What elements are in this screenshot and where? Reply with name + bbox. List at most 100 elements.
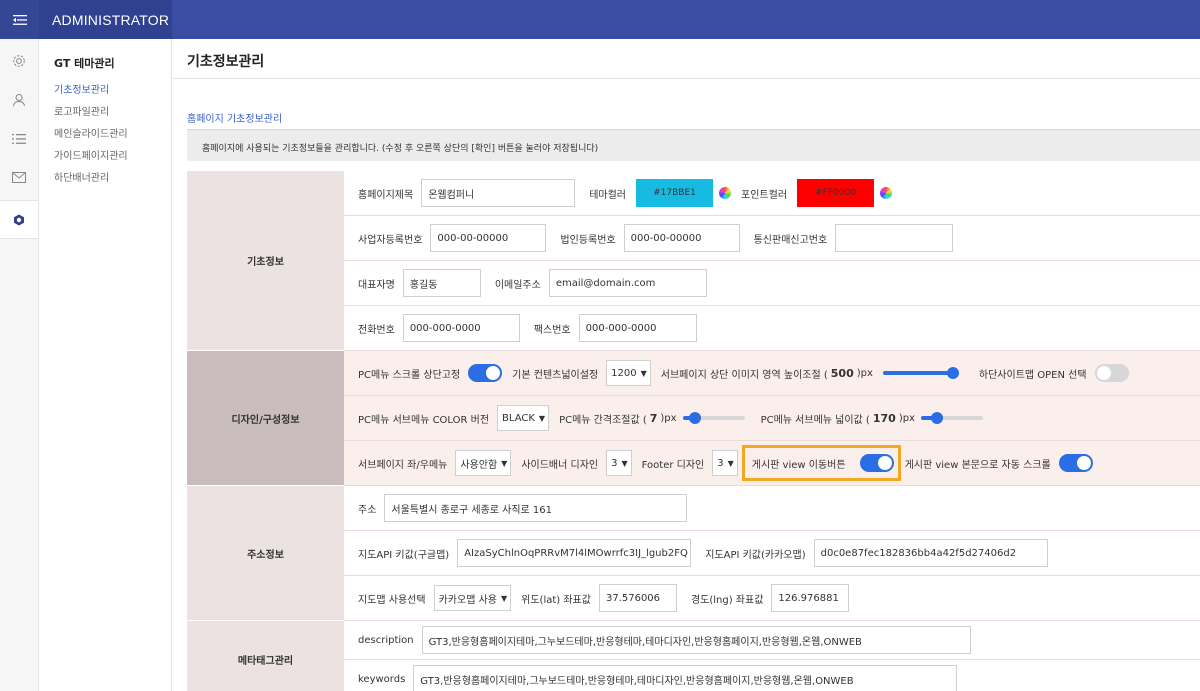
toggle-knob [1076, 456, 1091, 470]
board-autoscroll-toggle[interactable] [1058, 454, 1093, 472]
sub-height-slider[interactable] [882, 367, 959, 379]
keywords-label: keywords [358, 673, 406, 685]
group-label-design: 디자인/구성정보 [187, 351, 344, 486]
menu-toggle-button[interactable] [0, 0, 39, 39]
point-color-input[interactable]: #FF0000 [797, 179, 875, 207]
board-nav-toggle[interactable] [859, 454, 894, 472]
submenu-item-logo-files[interactable]: 로고파일관리 [54, 102, 171, 124]
group-label-meta: 메타태그관리 [187, 621, 344, 691]
biz-no-label: 사업자등록번호 [358, 234, 423, 246]
pc-scroll-fix-toggle[interactable] [468, 364, 503, 382]
google-key-label: 지도API 키값(구글맵) [358, 549, 450, 561]
board-nav-highlight: 게시판 view 이동버튼 [741, 445, 901, 481]
fax-label: 팩스번호 [533, 324, 571, 336]
side-banner-select[interactable]: 3 ▼ [606, 450, 632, 476]
side-menu-label: 서브페이지 좌/우메뉴 [358, 459, 448, 471]
google-key-input[interactable]: AIzaSyChlnOqPRRvM7l4lMOwrrfc3IJ_lgub2FQ [457, 539, 692, 567]
row-map-keys: 지도API 키값(구글맵) AIzaSyChlnOqPRRvM7l4lMOwrr… [344, 531, 1200, 576]
address-label: 주소 [358, 504, 377, 516]
submenu-item-footer-banner[interactable]: 하단배너관리 [54, 168, 171, 190]
footer-design-label: Footer 디자인 [641, 459, 705, 471]
map-select[interactable]: 카카오맵 사용 ▼ [433, 585, 512, 611]
rail-list-button[interactable] [0, 119, 38, 158]
site-name-input[interactable]: 온웹컴퍼니 [421, 179, 576, 207]
user-icon [13, 93, 25, 106]
color-wheel-icon[interactable] [719, 187, 732, 199]
brand-title[interactable]: ADMINISTRATOR [39, 0, 172, 39]
submenu-width-label: PC메뉴 서브메뉴 넓이값 ( [760, 414, 870, 426]
lng-input[interactable]: 126.976881 [771, 584, 850, 612]
keywords-input[interactable]: GT3,반응형홈페이지테마,그누보드테마,반응형테마,테마디자인,반응형홈페이지… [413, 665, 958, 691]
submenu-item-basic-info[interactable]: 기초정보관리 [54, 80, 171, 102]
description-input[interactable]: GT3,반응형홈페이지테마,그누보드테마,반응형테마,테마디자인,반응형홈페이지… [421, 626, 971, 654]
row-keywords: keywords GT3,반응형홈페이지테마,그누보드테마,반응형테마,테마디자… [344, 660, 1200, 691]
row-design-3: 서브페이지 좌/우메뉴 사용안함 ▼ 사이드배너 디자인 3 ▼ Footer 디자… [344, 441, 1200, 486]
fax-input[interactable]: 000-000-0000 [578, 314, 697, 342]
phone-input[interactable]: 000-000-0000 [402, 314, 520, 342]
slider-thumb[interactable] [946, 367, 959, 379]
submenu-width-slider[interactable] [920, 412, 983, 424]
chevron-down-icon: ▼ [621, 458, 628, 468]
main-content: 기초정보관리 홈페이지 기초정보관리 홈페이지에 사용되는 기초정보들을 관리합… [173, 39, 1200, 691]
email-input[interactable]: email@domain.com [548, 269, 707, 297]
board-nav-label: 게시판 view 이동버튼 [751, 459, 846, 471]
biz-no-input[interactable]: 000-00-00000 [430, 224, 547, 252]
rail-settings-button[interactable] [0, 41, 38, 80]
content-width-value: 1200 [611, 367, 637, 379]
ceo-input[interactable]: 홍길동 [402, 269, 481, 297]
email-label: 이메일주소 [494, 279, 541, 291]
submenu-color-value: BLACK [502, 412, 535, 424]
theme-color-input[interactable]: #17BBE1 [636, 179, 714, 207]
footer-design-value: 3 [717, 457, 724, 469]
theme-color-label: 테마컬러 [589, 189, 627, 201]
page-title: 기초정보관리 [173, 39, 1200, 79]
group-meta: 메타태그관리 description GT3,반응형홈페이지테마,그누보드테마,… [187, 621, 1200, 691]
chevron-down-icon: ▼ [727, 458, 734, 468]
ceo-label: 대표자명 [358, 279, 395, 291]
rail-mail-button[interactable] [0, 158, 38, 197]
menu-gap-label: PC메뉴 간격조절값 ( [559, 414, 647, 426]
side-menu-value: 사용안함 [460, 459, 498, 471]
side-menu-select[interactable]: 사용안함 ▼ [455, 450, 512, 476]
sitemap-label: 하단사이트맵 OPEN 선택 [978, 369, 1087, 381]
side-banner-value: 3 [611, 457, 618, 469]
menu-gap-slider[interactable] [682, 412, 745, 424]
mail-order-label: 통신판매신고번호 [753, 234, 828, 246]
submenu-title: GT 테마관리 [54, 57, 115, 70]
submenu-color-select[interactable]: BLACK ▼ [497, 405, 550, 431]
chevron-down-icon: ▼ [500, 593, 508, 603]
lat-input[interactable]: 37.576006 [598, 584, 677, 612]
submenu-item-guide-page[interactable]: 가이드페이지관리 [54, 146, 171, 168]
lat-label: 위도(lat) 좌표값 [521, 594, 591, 606]
map-select-value: 카카오맵 사용 [438, 594, 497, 606]
submenu-item-main-slide[interactable]: 메인슬라이드관리 [54, 124, 171, 146]
slider-fill [882, 371, 953, 375]
slider-thumb[interactable] [930, 412, 943, 424]
mail-order-input[interactable] [835, 224, 954, 252]
kakao-key-label: 지도API 키값(카카오맵) [705, 549, 806, 561]
rail-user-button[interactable] [0, 80, 38, 119]
address-input[interactable]: 서울특별시 종로구 세종로 사직로 161 [384, 494, 688, 522]
settings-icon [13, 54, 25, 67]
slider-thumb[interactable] [688, 412, 701, 424]
sitemap-toggle[interactable] [1094, 364, 1129, 382]
chevron-down-icon: ▼ [501, 458, 508, 468]
group-address: 주소정보 주소 서울특별시 종로구 세종로 사직로 161 지도API 키값(구… [187, 486, 1200, 621]
submenu-panel: GT 테마관리 기초정보관리 로고파일관리 메인슬라이드관리 가이드페이지관리 … [39, 39, 172, 691]
side-banner-label: 사이드배너 디자인 [521, 459, 599, 471]
board-autoscroll-label: 게시판 view 본문으로 자동 스크롤 [904, 459, 1051, 471]
settings-form: 기초정보 홈페이지제목 온웹컴퍼니 테마컬러 #17BBE1 포인트컬러 #FF… [187, 171, 1200, 691]
corp-no-input[interactable]: 000-00-00000 [623, 224, 740, 252]
footer-design-select[interactable]: 3 ▼ [712, 450, 738, 476]
color-wheel-icon[interactable] [880, 187, 893, 199]
rail-gt-theme-button[interactable] [0, 200, 38, 239]
sub-height-label: 서브페이지 상단 이미지 영역 높이조절 ( [660, 369, 828, 381]
row-registration: 사업자등록번호 000-00-00000 법인등록번호 000-00-00000… [344, 216, 1200, 261]
content-width-label: 기본 컨텐츠넓이설정 [512, 369, 599, 381]
toggle-knob [486, 366, 501, 380]
gt-theme-icon [14, 214, 24, 225]
submenu-color-label: PC메뉴 서브메뉴 COLOR 버전 [358, 414, 490, 426]
description-label: description [358, 634, 414, 646]
content-width-select[interactable]: 1200 ▼ [606, 360, 651, 386]
kakao-key-input[interactable]: d0c0e87fec182836bb4a42f5d27406d2 [813, 539, 1048, 567]
